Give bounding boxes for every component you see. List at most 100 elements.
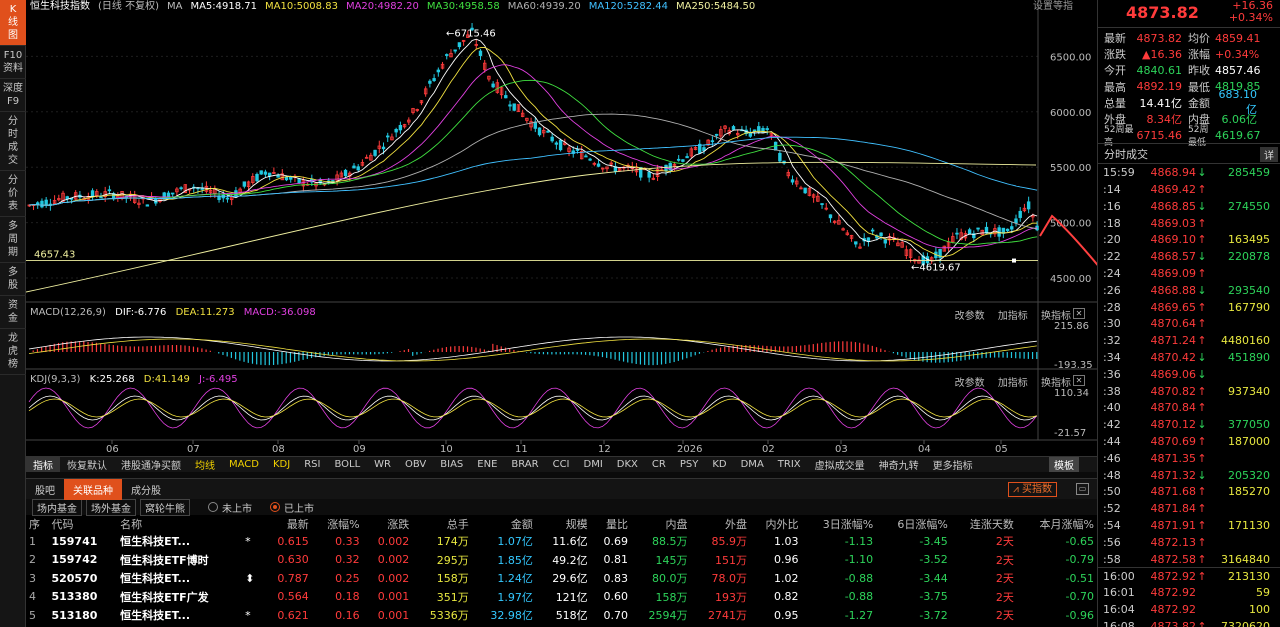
tab-stock-forum[interactable]: 股吧 [26, 479, 64, 500]
indicator-tab[interactable]: CCI [546, 459, 577, 470]
indicator-tab[interactable]: 港股通净买额 [114, 457, 188, 472]
radio-listed[interactable]: 已上市 [270, 500, 314, 515]
kdj-d-line [28, 398, 1037, 418]
table-header-cell[interactable]: 6日涨幅% [876, 515, 951, 532]
indicator-tab[interactable]: KDJ [266, 459, 297, 470]
tab-offexchange-funds[interactable]: 场外基金 [86, 498, 136, 516]
cell-idx: 3 [29, 571, 36, 585]
quote-value: +0.34% [1215, 47, 1260, 61]
tab-warrants-cbbc[interactable]: 窝轮牛熊 [140, 498, 190, 516]
cell-last: 0.615 [277, 534, 309, 548]
table-header-cell[interactable]: 内盘 [631, 515, 690, 532]
cell-outer: 151万 [714, 553, 747, 567]
indicator-tab[interactable]: 恢复默认 [60, 457, 114, 472]
ticks-detail-button[interactable]: 详 [1260, 147, 1278, 163]
table-header-cell[interactable]: 涨幅% [312, 515, 363, 532]
sidebar-item-3[interactable]: 分时成交 [0, 112, 26, 171]
indicator-tab[interactable]: 指标 [26, 457, 60, 472]
buy-index-button[interactable]: ⩘ 买指数 [1008, 482, 1057, 497]
indicator-tab[interactable]: ENE [470, 459, 504, 470]
indicator-tab[interactable]: BRAR [504, 459, 545, 470]
table-header-cell[interactable]: 连涨天数 [951, 515, 1017, 532]
cell-scale: 121亿 [555, 590, 588, 604]
radio-unlisted[interactable]: 未上市 [208, 500, 252, 515]
table-header-cell[interactable]: 名称 [117, 515, 242, 532]
table-header-cell[interactable] [242, 515, 262, 532]
sidebar-item-2[interactable]: 深度 F9 [0, 79, 26, 112]
indicator-tab[interactable]: WR [367, 459, 398, 470]
candle-body [984, 226, 989, 234]
table-header-cell[interactable]: 内外比 [750, 515, 802, 532]
indicator-tab[interactable]: CR [645, 459, 673, 470]
table-header-cell[interactable]: 金额 [472, 515, 536, 532]
table-header-cell[interactable]: 总手 [412, 515, 471, 532]
arrow-up-icon: ↑ [1197, 317, 1207, 331]
cell-idx: 4 [29, 590, 36, 604]
macd-add-indicator[interactable]: 加指标 [998, 311, 1028, 322]
kdj-j-line [28, 387, 1038, 429]
indicator-tab[interactable]: DMI [577, 459, 610, 470]
tab-related-products[interactable]: 关联品种 [64, 478, 122, 500]
quote-value: 4857.46 [1215, 63, 1261, 77]
tab-onexchange-funds[interactable]: 场内基金 [32, 498, 82, 516]
minimize-icon[interactable]: ▭ [1076, 483, 1089, 495]
indicator-tab[interactable]: KD [705, 459, 733, 470]
kdj-add-indicator[interactable]: 加指标 [998, 378, 1028, 389]
indicator-tab[interactable]: MACD [222, 459, 266, 470]
table-row[interactable]: 4 513380 恒生科技ETF广发 0.564 0.18 0.001 351万 1.97亿 1… [26, 588, 1097, 607]
indicator-tab[interactable]: 虚拟成交量 [808, 457, 872, 472]
table-row[interactable]: 1 159741 恒生科技ET... * 0.615 0.33 0.002 174万 1.07亿… [26, 532, 1097, 551]
sidebar-item-6[interactable]: 多股 [0, 263, 26, 296]
table-header-cell[interactable]: 本月涨幅% [1017, 515, 1097, 532]
candle-body [714, 133, 719, 136]
table-header-cell[interactable]: 序 [26, 515, 48, 532]
table-row[interactable]: 5 513180 恒生科技ET... * 0.621 0.16 0.001 5336万 32.9… [26, 606, 1097, 625]
table-header-cell[interactable]: 代码 [48, 515, 117, 532]
cell-ratio: 0.82 [774, 590, 799, 604]
chart-settings-label[interactable]: 设置等指 [1033, 0, 1073, 12]
chart-area[interactable]: 6500.00 6000.00 5500.00 5000.00 4500.00 4657.… [26, 0, 1097, 456]
sidebar-item-7[interactable]: 资金 [0, 296, 26, 329]
indicator-tab[interactable]: 神奇九转 [872, 457, 926, 472]
sidebar-item-5[interactable]: 多周期 [0, 217, 26, 263]
table-header-cell[interactable]: 涨跌 [363, 515, 413, 532]
template-button[interactable]: 模板 [1049, 457, 1079, 472]
cell-idx: 5 [29, 608, 36, 622]
indicator-tab[interactable]: DMA [734, 459, 771, 470]
table-row[interactable]: 2 159742 恒生科技ETF博时 0.630 0.32 0.002 295万 1.85亿 4… [26, 551, 1097, 570]
indicator-tab[interactable]: BIAS [433, 459, 470, 470]
macd-close-icon[interactable]: ✕ [1073, 308, 1085, 319]
kline-chart-svg[interactable]: 6500.006000.005500.005000.004500.004657.… [26, 0, 1097, 456]
table-row[interactable]: 3 520570 恒生科技ET... ⬍ 0.787 0.25 0.002 158万 1.24亿… [26, 569, 1097, 588]
kdj-edit-params[interactable]: 改参数 [955, 378, 985, 389]
table-header-cell[interactable]: 最新 [262, 515, 312, 532]
kdj-switch-indicator[interactable]: 换指标 [1041, 378, 1071, 389]
indicator-tab[interactable]: RSI [297, 459, 327, 470]
indicator-tab[interactable]: DKX [610, 459, 645, 470]
kdj-close-icon[interactable]: ✕ [1073, 375, 1085, 386]
macd-edit-params[interactable]: 改参数 [955, 311, 985, 322]
candle-body [803, 187, 807, 194]
table-header-cell[interactable]: 3日涨幅% [802, 515, 877, 532]
ma-legend-item: MA [166, 1, 183, 12]
indicator-tab[interactable]: 均线 [188, 457, 222, 472]
tab-constituents[interactable]: 成分股 [122, 479, 170, 500]
table-header-cell[interactable]: 规模 [536, 515, 591, 532]
tick-time: :52 [1103, 502, 1121, 516]
ticks-list[interactable]: 15:59 4868.94 ↓ 285459:14 4869.42 ↑:16 4868.85… [1098, 164, 1280, 627]
indicator-tab[interactable]: BOLL [327, 459, 367, 470]
tick-price: 4869.09 [1150, 266, 1197, 280]
sidebar-item-0[interactable]: K线图 [0, 0, 26, 46]
table-header-cell[interactable]: 量比 [591, 515, 631, 532]
sidebar-item-4[interactable]: 分价表 [0, 171, 26, 217]
table-header-cell[interactable]: 外盘 [690, 515, 749, 532]
sidebar-item-1[interactable]: F10 资料 [0, 46, 26, 79]
cell-month: -0.65 [1065, 534, 1094, 548]
indicator-tab[interactable]: OBV [398, 459, 433, 470]
tick-row: 16:04 4872.92 100 [1098, 601, 1280, 618]
indicator-tab[interactable]: 更多指标 [926, 457, 980, 472]
sidebar-item-8[interactable]: 龙虎榜 [0, 329, 26, 375]
macd-switch-indicator[interactable]: 换指标 [1041, 311, 1071, 322]
indicator-tab[interactable]: TRIX [771, 459, 808, 470]
indicator-tab[interactable]: PSY [673, 459, 706, 470]
